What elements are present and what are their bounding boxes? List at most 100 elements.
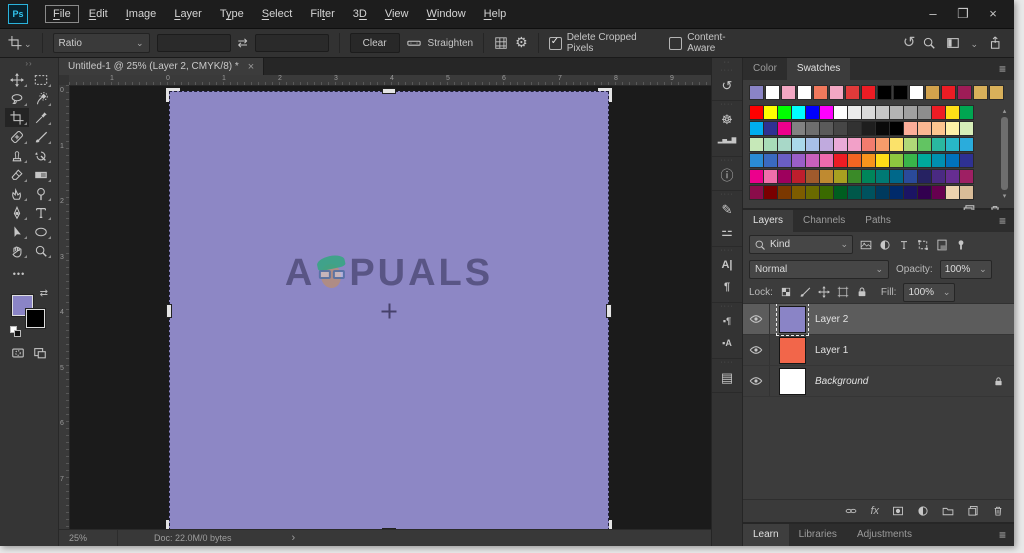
layer-thumbnail[interactable]: [779, 367, 806, 395]
paragraph-styles-panel-icon[interactable]: ▪¶: [712, 310, 742, 332]
scroll-up-icon[interactable]: ▴: [1003, 107, 1007, 115]
panel-menu-icon[interactable]: ≡: [999, 526, 1014, 544]
fill-field[interactable]: 100% ⌄: [903, 282, 956, 302]
color-swatch[interactable]: [777, 153, 792, 168]
swap-dimensions-icon[interactable]: ⇄: [238, 34, 248, 52]
delete-cropped-pixels-checkbox[interactable]: Delete Cropped Pixels: [548, 32, 663, 54]
color-swatch[interactable]: [805, 105, 820, 120]
delete-layer-icon[interactable]: [992, 505, 1004, 517]
menu-item-view[interactable]: View: [378, 6, 416, 22]
menu-item-edit[interactable]: Edit: [82, 6, 115, 22]
color-swatch[interactable]: [861, 137, 876, 152]
panel-menu-icon[interactable]: ≡: [999, 212, 1014, 230]
color-swatch[interactable]: [781, 85, 796, 100]
chevron-down-icon[interactable]: ⌄: [970, 34, 978, 52]
color-swatch[interactable]: [833, 169, 848, 184]
color-swatch[interactable]: [959, 137, 974, 152]
ratio-select[interactable]: Ratio ⌄: [52, 33, 150, 53]
color-swatch[interactable]: [805, 169, 820, 184]
link-layers-icon[interactable]: [845, 505, 857, 517]
reset-crop-icon[interactable]: ↺: [903, 34, 916, 52]
color-swatch[interactable]: [805, 121, 820, 136]
color-swatch[interactable]: [763, 169, 778, 184]
color-swatch[interactable]: [917, 137, 932, 152]
visibility-eye-icon[interactable]: [743, 366, 770, 396]
layers-tab-layers[interactable]: Layers: [743, 210, 794, 232]
color-swatch[interactable]: [749, 105, 764, 120]
color-swatch[interactable]: [777, 169, 792, 184]
color-swatch[interactable]: [889, 137, 904, 152]
character-panel-icon[interactable]: A|: [712, 254, 742, 276]
document-tab[interactable]: Untitled-1 @ 25% (Layer 2, CMYK/8) * ×: [59, 58, 265, 75]
color-swatch[interactable]: [889, 185, 904, 200]
layers-tab-channels[interactable]: Channels: [793, 210, 855, 232]
color-swatch[interactable]: [875, 105, 890, 120]
color-swatch[interactable]: [819, 137, 834, 152]
straighten-icon[interactable]: [406, 36, 421, 50]
color-swatch[interactable]: [805, 153, 820, 168]
adjustment-filter-icon[interactable]: [879, 239, 891, 251]
healing-tool[interactable]: [5, 127, 29, 146]
color-swatch[interactable]: [903, 105, 918, 120]
color-swatch[interactable]: [791, 105, 806, 120]
layer-filter-select[interactable]: Kind ⌄: [749, 235, 853, 254]
background-color-swatch[interactable]: [26, 309, 45, 328]
gradient-tool[interactable]: [29, 165, 53, 184]
menu-item-filter[interactable]: Filter: [303, 6, 341, 22]
menu-item-file[interactable]: File: [45, 5, 79, 23]
color-swatch[interactable]: [917, 153, 932, 168]
color-swatch[interactable]: [909, 85, 924, 100]
lasso-tool[interactable]: [5, 89, 29, 108]
menu-item-help[interactable]: Help: [477, 6, 514, 22]
color-swatch[interactable]: [925, 85, 940, 100]
layer-row-layer-2[interactable]: Layer 2: [743, 304, 1014, 336]
color-swatch[interactable]: [959, 153, 974, 168]
color-swatch[interactable]: [805, 185, 820, 200]
history-panel-icon[interactable]: ↺: [712, 74, 742, 96]
bottom-tab-learn[interactable]: Learn: [743, 524, 789, 546]
color-swatch[interactable]: [875, 185, 890, 200]
color-swatch[interactable]: [875, 153, 890, 168]
color-swatch[interactable]: [847, 153, 862, 168]
color-swatch[interactable]: [917, 185, 932, 200]
color-swatch[interactable]: [791, 185, 806, 200]
lock-artboard-icon[interactable]: [837, 286, 849, 298]
color-swatch[interactable]: [833, 153, 848, 168]
color-swatch[interactable]: [833, 185, 848, 200]
color-swatch[interactable]: [903, 137, 918, 152]
color-swatch[interactable]: [889, 153, 904, 168]
color-swatch[interactable]: [819, 153, 834, 168]
color-swatch[interactable]: [797, 85, 812, 100]
smart-object-filter-icon[interactable]: [936, 239, 948, 251]
crop-handle-left[interactable]: [166, 304, 172, 318]
color-swatch[interactable]: [861, 105, 876, 120]
ellipse-tool[interactable]: [29, 222, 53, 241]
layers-tab-paths[interactable]: Paths: [855, 210, 901, 232]
histogram-panel-icon[interactable]: ▂▅▃▇: [712, 130, 742, 152]
color-swatch[interactable]: [973, 85, 988, 100]
color-swatch[interactable]: [765, 85, 780, 100]
color-swatch[interactable]: [959, 121, 974, 136]
properties-panel-icon[interactable]: ⚍: [712, 220, 742, 242]
color-swatch[interactable]: [847, 137, 862, 152]
layer-row-background[interactable]: Background: [743, 366, 1014, 397]
color-swatch[interactable]: [777, 105, 792, 120]
color-swatch[interactable]: [791, 169, 806, 184]
content-aware-checkbox[interactable]: Content-Aware: [669, 32, 751, 54]
color-swatch[interactable]: [763, 137, 778, 152]
type-filter-icon[interactable]: [898, 239, 910, 251]
close-button[interactable]: ×: [978, 3, 1008, 23]
shape-filter-icon[interactable]: [917, 239, 929, 251]
color-swatch[interactable]: [847, 105, 862, 120]
quick-select-tool[interactable]: [29, 89, 53, 108]
lock-position-icon[interactable]: [817, 286, 830, 298]
visibility-eye-icon[interactable]: [743, 304, 770, 334]
quick-mask-mode-icon[interactable]: [11, 346, 25, 360]
color-swatch[interactable]: [959, 169, 974, 184]
color-swatch[interactable]: [903, 153, 918, 168]
blend-mode-select[interactable]: Normal ⌄: [749, 259, 889, 279]
zoom-level-field[interactable]: 25%: [69, 533, 117, 543]
current-tool-indicator[interactable]: ⌄: [8, 34, 32, 52]
status-options-chevron-icon[interactable]: ›: [292, 532, 296, 544]
stamp-tool[interactable]: [5, 146, 29, 165]
